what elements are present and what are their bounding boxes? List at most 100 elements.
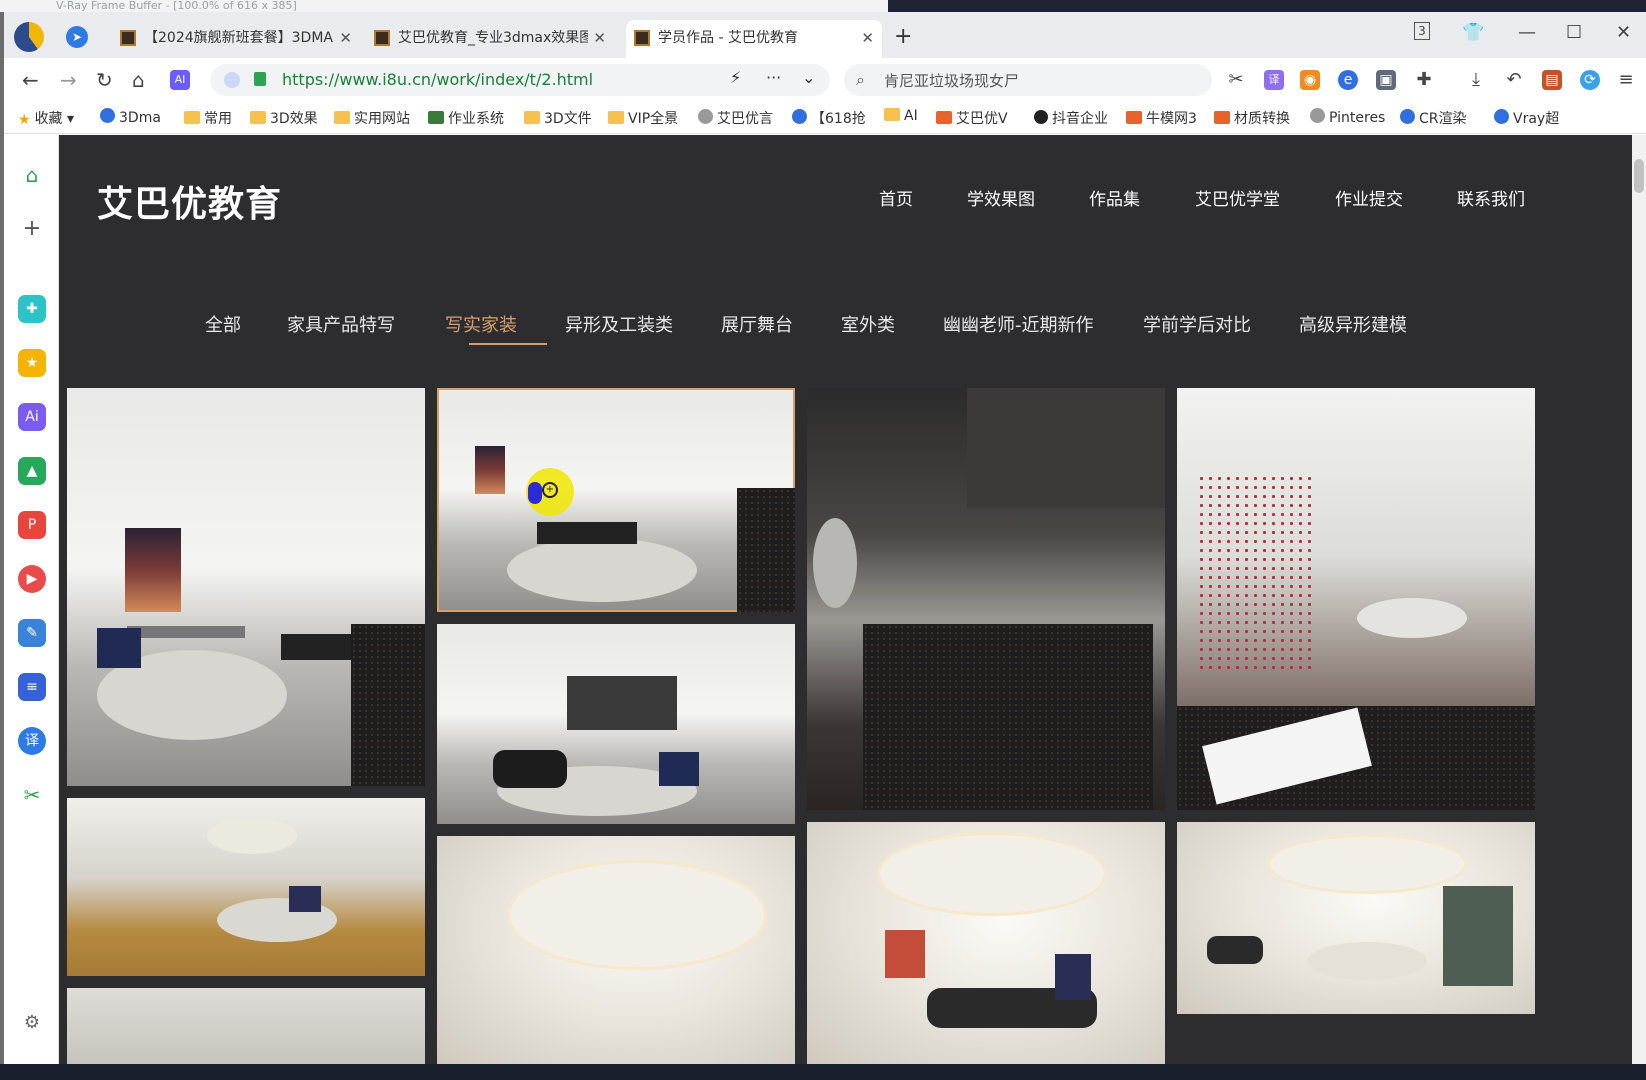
write-ai-icon[interactable]: ✎ <box>18 619 46 647</box>
bookmark-item[interactable]: VIP全景 <box>608 108 678 128</box>
gallery-image-living-room[interactable] <box>67 388 425 786</box>
category-furniture[interactable]: 家具产品特写 <box>287 311 395 337</box>
bookmark-item[interactable]: 作业系统 <box>428 108 504 128</box>
gallery-image-living-room-3[interactable] <box>437 624 795 824</box>
game-icon[interactable]: ◉ <box>1300 70 1320 90</box>
tab-1[interactable]: 【2024旗舰新班套餐】3DMA ✕ <box>112 20 360 58</box>
site-logo[interactable]: 艾巴优教育 <box>97 175 282 227</box>
category-exhibition-stage[interactable]: 展厅舞台 <box>721 311 793 337</box>
toolbox-icon[interactable]: ▤ <box>1542 70 1562 90</box>
scissors-icon[interactable]: ✂ <box>18 781 46 809</box>
maximize-button[interactable]: ☐ <box>1566 22 1582 43</box>
scrollbar-thumb[interactable] <box>1634 159 1644 193</box>
category-realistic-home[interactable]: 写实家装 <box>445 311 517 337</box>
close-window-button[interactable]: ✕ <box>1616 22 1631 43</box>
blue-icon <box>1400 109 1415 124</box>
gallery-image-living-room-2[interactable] <box>437 388 795 612</box>
pdf-ai-icon[interactable]: P <box>18 511 46 539</box>
nav-homework-submit[interactable]: 作业提交 <box>1335 185 1403 210</box>
category-outdoor[interactable]: 室外类 <box>841 311 895 337</box>
bookmark-item[interactable]: 牛模网3 <box>1126 108 1197 128</box>
nav-home[interactable]: 首页 <box>879 185 913 210</box>
home-icon[interactable]: ⌂ <box>18 161 46 189</box>
nav-contact[interactable]: 联系我们 <box>1457 185 1525 210</box>
bookmark-label: AI <box>904 108 918 124</box>
bookmark-item[interactable]: 常用 <box>184 108 232 128</box>
tab-count-badge[interactable]: 3 <box>1414 22 1430 40</box>
lightning-icon[interactable]: ⚡ <box>730 68 741 87</box>
bookmark-item[interactable]: CR渲染 <box>1400 108 1467 128</box>
reload-icon[interactable]: ↻ <box>96 68 113 92</box>
category-all[interactable]: 全部 <box>205 311 241 337</box>
site-icon <box>428 111 444 124</box>
send-icon[interactable]: ➤ <box>66 26 88 48</box>
close-tab-icon[interactable]: ✕ <box>593 20 606 56</box>
scissors-icon[interactable]: ✂ <box>1226 70 1246 90</box>
bookmark-item[interactable]: ★ 收藏 ▾ <box>18 108 74 128</box>
add-icon[interactable]: + <box>18 215 46 243</box>
chevron-down-icon[interactable]: ⌄ <box>802 68 815 87</box>
close-tab-icon[interactable]: ✕ <box>861 20 874 56</box>
bookmark-item[interactable]: 【618抢 <box>792 108 866 128</box>
settings-gear-icon[interactable]: ⚙ <box>18 1009 46 1037</box>
translate-icon[interactable]: 译 <box>18 727 46 755</box>
tab-2[interactable]: 艾巴优教育_专业3dmax效果图 ✕ <box>366 20 614 58</box>
search-input[interactable]: 肯尼亚垃圾场现女尸 <box>884 70 1019 91</box>
gallery-image-dining-2[interactable] <box>1177 822 1535 1014</box>
menu-icon[interactable]: ≡ <box>1616 70 1636 90</box>
sync-icon[interactable]: ⟳ <box>1580 70 1600 90</box>
gallery-image-kitchen[interactable] <box>807 388 1165 810</box>
home-icon[interactable]: ⌂ <box>132 68 145 92</box>
screenshot-icon[interactable]: ▣ <box>1376 70 1396 90</box>
bookmark-item[interactable]: 材质转换 <box>1214 108 1290 128</box>
nav-academy[interactable]: 艾巴优学堂 <box>1195 185 1280 210</box>
category-before-after[interactable]: 学前学后对比 <box>1143 311 1251 337</box>
gallery-image-panorama[interactable] <box>67 798 425 976</box>
browser-ext-icon[interactable]: e <box>1338 70 1358 90</box>
url-text[interactable]: https://www.i8u.cn/work/index/t/2.html <box>282 70 593 89</box>
nav-portfolio[interactable]: 作品集 <box>1089 185 1140 210</box>
search-box[interactable]: ⌕ 肯尼亚垃圾场现女尸 <box>844 64 1212 96</box>
undo-icon[interactable]: ↶ <box>1504 70 1524 90</box>
bookmark-item[interactable]: 抖音企业 <box>1034 108 1108 128</box>
site-info-icon[interactable] <box>224 72 240 88</box>
ai-icon[interactable]: Ai <box>18 403 46 431</box>
bookmark-item[interactable]: AI <box>884 108 918 124</box>
close-tab-icon[interactable]: ✕ <box>339 20 352 56</box>
bookmark-item[interactable]: Pinteres <box>1310 108 1385 126</box>
minimize-button[interactable]: — <box>1518 22 1536 43</box>
bookmark-item[interactable]: 艾巴优V <box>936 108 1008 128</box>
extensions-icon[interactable]: ✚ <box>1414 70 1434 90</box>
category-irregular-commercial[interactable]: 异形及工装类 <box>565 311 673 337</box>
bookmark-item[interactable]: 3D效果 <box>250 108 318 128</box>
shirt-icon[interactable]: 👕 <box>1462 22 1484 43</box>
download-icon[interactable]: ⤓ <box>1466 70 1486 90</box>
tab-3-active[interactable]: 学员作品 - 艾巴优教育 ✕ <box>626 20 882 58</box>
video-ai-icon[interactable]: ▶ <box>18 565 46 593</box>
doc-ai-icon[interactable]: ≡ <box>18 673 46 701</box>
bookmark-item[interactable]: 3Dma <box>100 108 161 126</box>
nav-learn-rendering[interactable]: 学效果图 <box>967 185 1035 210</box>
bookmark-item[interactable]: 实用网站 <box>334 108 410 128</box>
forward-icon[interactable]: → <box>60 68 77 92</box>
star-icon[interactable]: ★ <box>18 349 46 377</box>
category-advanced-modeling[interactable]: 高级异形建模 <box>1299 311 1407 337</box>
url-field[interactable]: https://www.i8u.cn/work/index/t/2.html ⚡… <box>210 64 830 96</box>
profile-avatar-icon[interactable] <box>14 22 44 52</box>
plus-tool-icon[interactable]: ✚ <box>18 295 46 323</box>
ai-assistant-icon[interactable]: AI <box>170 70 190 90</box>
more-dots-icon[interactable]: ··· <box>766 68 781 87</box>
bookmark-item[interactable]: 艾巴优言 <box>698 108 773 128</box>
bookmark-item[interactable]: 3D文件 <box>524 108 592 128</box>
translate-icon[interactable]: 译 <box>1264 70 1284 90</box>
back-icon[interactable]: ← <box>22 68 39 92</box>
bookmark-item[interactable]: Vray超 <box>1494 108 1559 128</box>
gallery-image-ceiling[interactable] <box>437 836 795 1064</box>
page-scrollbar[interactable] <box>1632 135 1646 1064</box>
category-teacher-new-works[interactable]: 幽幽老师-近期新作 <box>943 311 1094 337</box>
new-tab-button[interactable]: + <box>894 24 912 49</box>
image-ai-icon[interactable]: ▲ <box>18 457 46 485</box>
gallery-image-partial[interactable] <box>67 988 425 1064</box>
gallery-image-ceiling-2[interactable] <box>807 822 1165 1064</box>
gallery-image-dining[interactable] <box>1177 388 1535 810</box>
